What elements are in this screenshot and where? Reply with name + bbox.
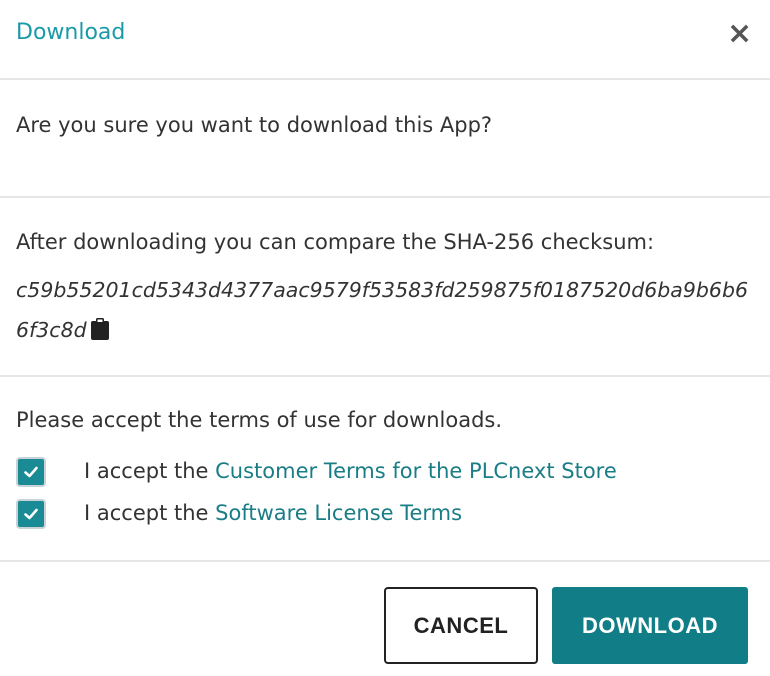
checksum-intro: After downloading you can compare the SH…: [16, 230, 655, 254]
confirm-section: Are you sure you want to download this A…: [0, 80, 770, 198]
customer-terms-link[interactable]: Customer Terms for the PLCnext Store: [215, 459, 617, 483]
dialog-title: Download: [16, 20, 126, 45]
customer-terms-checkbox[interactable]: [16, 457, 46, 487]
close-icon[interactable]: ×: [727, 18, 752, 50]
cancel-button[interactable]: CANCEL: [384, 587, 538, 664]
checksum-hash: c59b55201cd5343d4377aac9579f53583fd25987…: [16, 278, 749, 342]
dialog-header: Download ×: [0, 0, 770, 80]
check-icon: [24, 466, 38, 478]
confirm-message: Are you sure you want to download this A…: [16, 113, 493, 137]
download-dialog: Download × Are you sure you want to down…: [0, 0, 770, 676]
customer-terms-label: I accept the Customer Terms for the PLCn…: [84, 459, 617, 483]
terms-row-license: I accept the Software License Terms: [0, 497, 770, 533]
terms-row-customer: I accept the Customer Terms for the PLCn…: [0, 455, 770, 491]
license-terms-prefix: I accept the: [84, 501, 216, 525]
license-terms-label: I accept the Software License Terms: [84, 501, 462, 525]
checksum-section: After downloading you can compare the SH…: [0, 198, 770, 377]
checksum-value: c59b55201cd5343d4377aac9579f53583fd25987…: [16, 270, 751, 350]
license-terms-link[interactable]: Software License Terms: [215, 501, 462, 525]
check-icon: [24, 508, 38, 520]
clipboard-icon[interactable]: [90, 313, 109, 340]
download-button[interactable]: DOWNLOAD: [552, 587, 748, 664]
terms-intro: Please accept the terms of use for downl…: [16, 408, 503, 432]
customer-terms-prefix: I accept the: [84, 459, 216, 483]
license-terms-checkbox[interactable]: [16, 499, 46, 529]
terms-section: Please accept the terms of use for downl…: [0, 377, 770, 562]
